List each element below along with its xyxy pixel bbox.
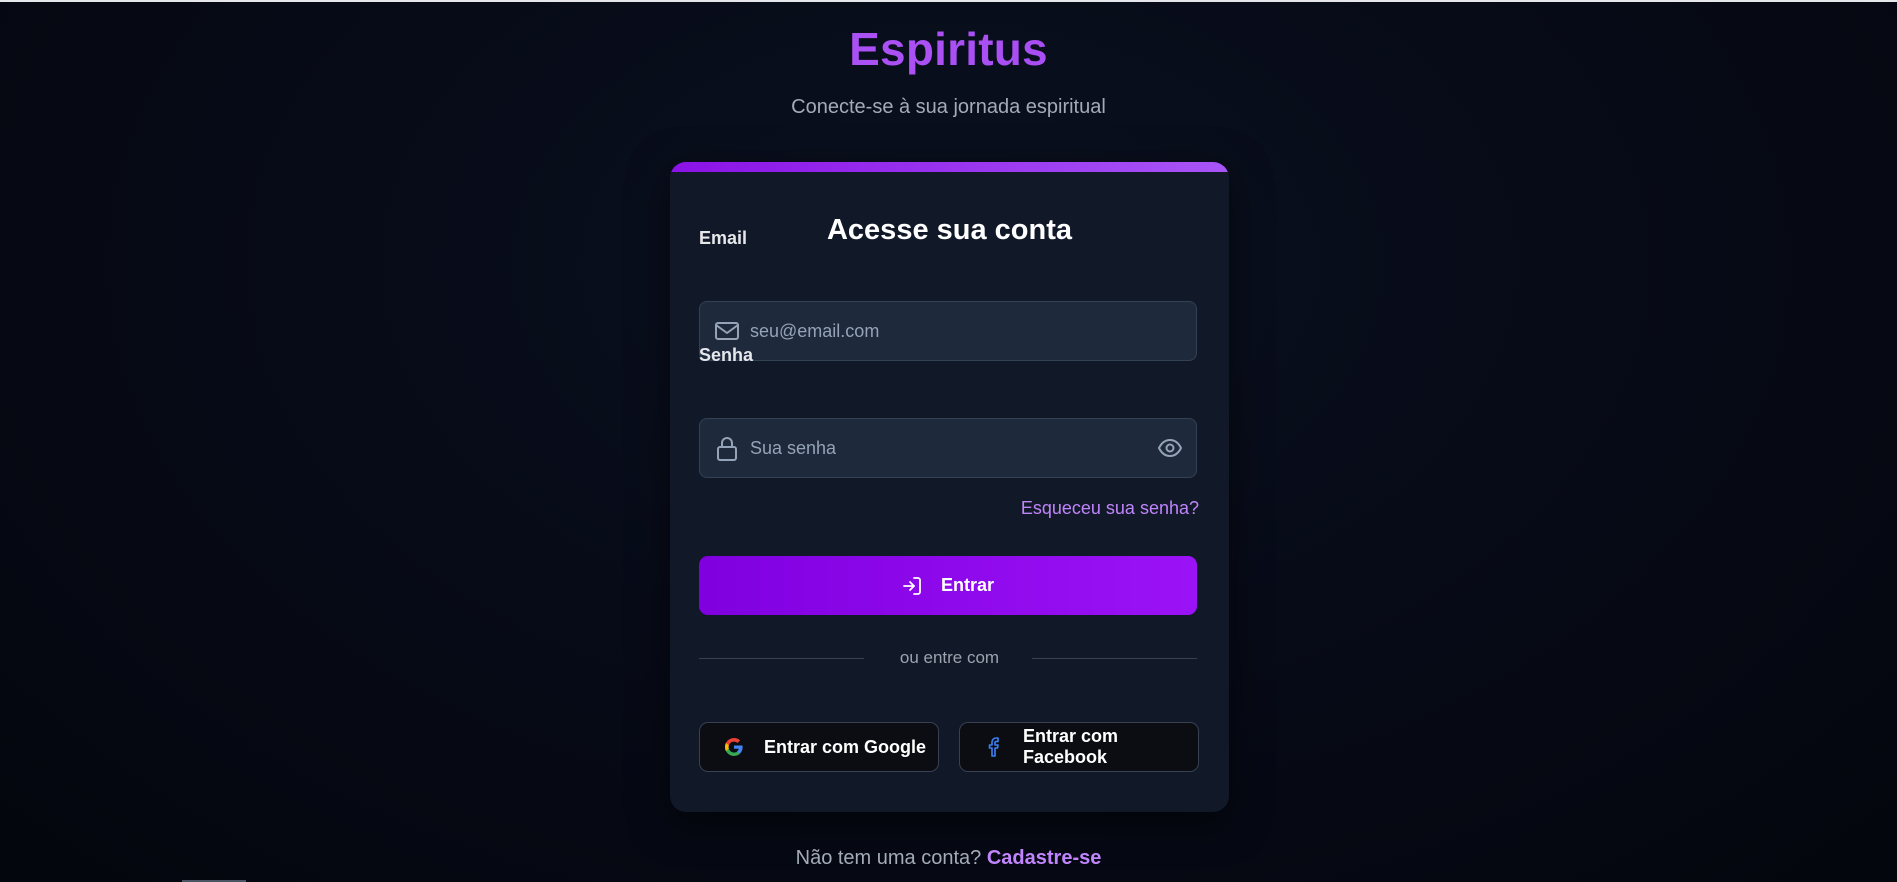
google-icon bbox=[724, 737, 744, 757]
signup-prompt: Não tem uma conta? Cadastre-se bbox=[0, 847, 1897, 870]
signup-prompt-text: Não tem uma conta? bbox=[795, 847, 982, 869]
signup-link[interactable]: Cadastre-se bbox=[987, 847, 1102, 869]
password-label: Senha bbox=[699, 345, 754, 365]
password-field[interactable] bbox=[699, 418, 1197, 478]
google-login-button[interactable]: Entrar com Google bbox=[699, 722, 939, 772]
forgot-password-link[interactable]: Esqueceu sua senha? bbox=[1021, 498, 1199, 519]
facebook-login-button[interactable]: Entrar com Facebook bbox=[959, 722, 1199, 772]
lock-icon bbox=[714, 436, 740, 461]
email-input[interactable] bbox=[750, 302, 1130, 360]
eye-icon[interactable] bbox=[1157, 436, 1183, 460]
password-input[interactable] bbox=[750, 419, 1130, 477]
mail-icon bbox=[714, 319, 740, 343]
brand-logo-text: Espiritus bbox=[0, 22, 1897, 76]
login-button-label: Entrar bbox=[940, 575, 994, 595]
tagline: Conecte-se à sua jornada espiritual bbox=[791, 96, 1106, 118]
top-border bbox=[0, 0, 1897, 2]
card-accent-bar bbox=[670, 162, 1229, 172]
login-card: Acesse sua conta Email Senha Esqueceu su… bbox=[670, 162, 1229, 812]
login-button[interactable]: Entrar bbox=[699, 556, 1197, 615]
email-field[interactable] bbox=[699, 301, 1197, 361]
login-title: Acesse sua conta bbox=[826, 214, 1072, 246]
facebook-button-label: Entrar com Facebook bbox=[1023, 726, 1119, 767]
facebook-icon bbox=[984, 737, 1003, 757]
login-icon bbox=[903, 576, 921, 595]
email-label: Email bbox=[699, 228, 748, 248]
google-button-label: Entrar com Google bbox=[764, 736, 927, 757]
divider-line-right bbox=[1032, 658, 1197, 659]
